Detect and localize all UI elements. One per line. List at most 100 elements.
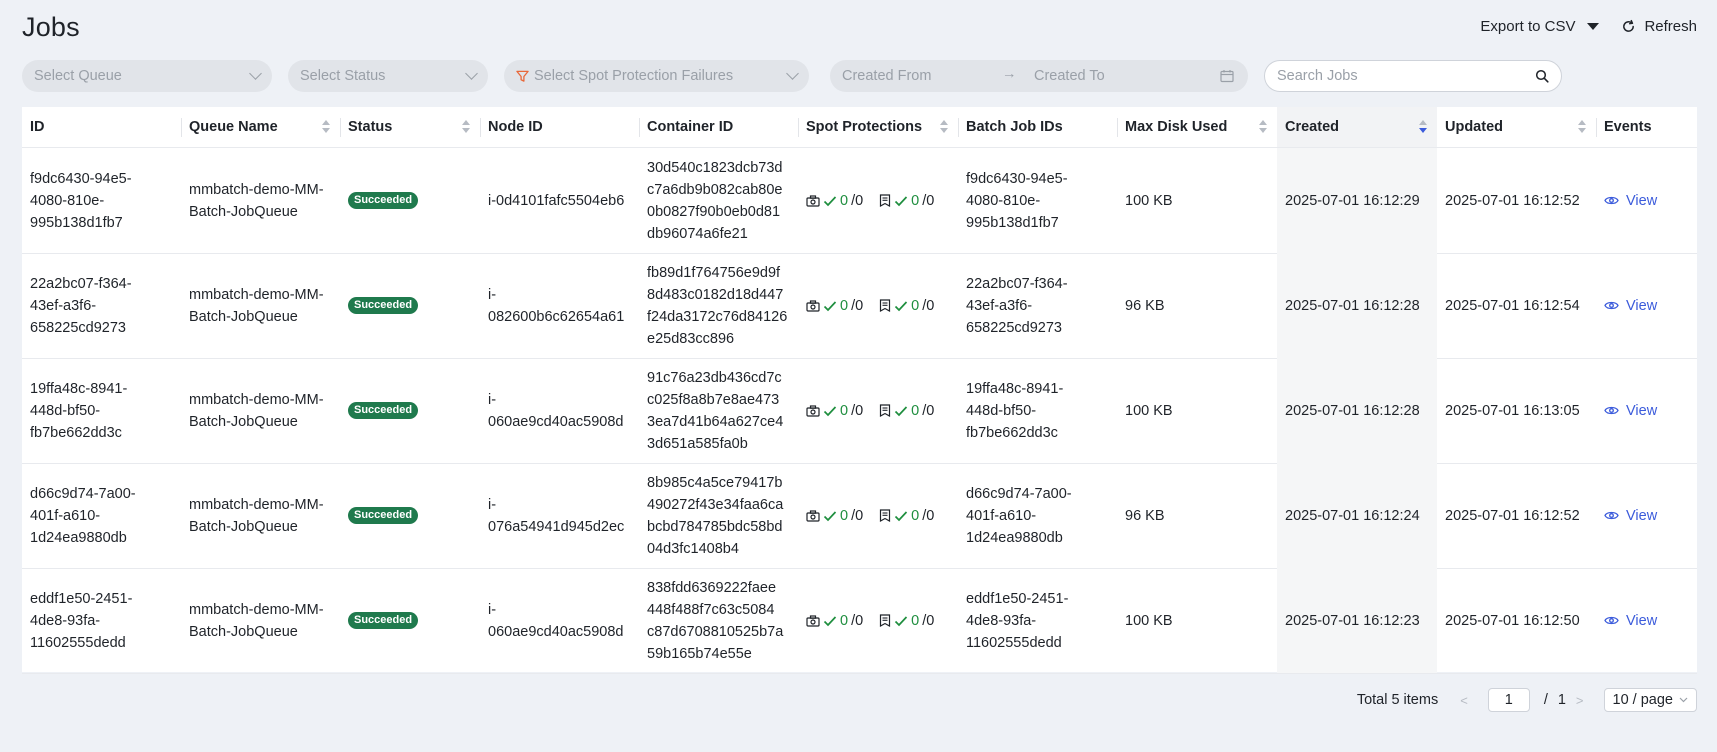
cell-node-id: i- 082600b6c62654a61 bbox=[488, 286, 625, 325]
queue-select[interactable]: Select Queue bbox=[22, 60, 272, 92]
check-icon bbox=[823, 195, 837, 206]
col-header-queue-name[interactable]: Queue Name bbox=[181, 107, 340, 147]
spot-a-total: /0 bbox=[851, 507, 864, 524]
cell-container-id: 838fdd6369222faee 448f488f7c63c5084 c87d… bbox=[647, 579, 784, 662]
cell-batch-job-ids: 19ffa48c-8941- 448d-bf50- fb7be662dd3c bbox=[966, 380, 1064, 441]
cell-max-disk-used: 100 KB bbox=[1125, 402, 1173, 419]
document-icon bbox=[880, 299, 891, 312]
cell-updated: 2025-07-01 16:13:05 bbox=[1445, 402, 1580, 419]
view-events-link[interactable]: View bbox=[1604, 295, 1657, 317]
cell-max-disk-used: 96 KB bbox=[1125, 297, 1165, 314]
page-size-select[interactable]: 10 / page bbox=[1603, 688, 1697, 712]
camera-icon bbox=[806, 299, 820, 312]
sort-icon[interactable] bbox=[322, 120, 330, 134]
eye-icon bbox=[1604, 406, 1619, 415]
refresh-icon bbox=[1623, 19, 1635, 32]
refresh-button[interactable]: Refresh bbox=[1621, 18, 1697, 35]
document-icon bbox=[880, 614, 891, 627]
sort-icon[interactable] bbox=[940, 120, 948, 134]
col-header-status[interactable]: Status bbox=[340, 107, 480, 147]
cell-max-disk-used: 100 KB bbox=[1125, 612, 1173, 629]
spot-a-total: /0 bbox=[851, 402, 864, 419]
spot-a-ok: 0 bbox=[840, 507, 849, 524]
spot-b-total: /0 bbox=[922, 402, 935, 419]
cell-node-id: i- 060ae9cd40ac5908d bbox=[488, 601, 624, 640]
check-icon bbox=[895, 195, 908, 206]
status-badge: Succeeded bbox=[348, 402, 419, 419]
cell-queue-name: mmbatch-demo-MM- Batch-JobQueue bbox=[189, 601, 324, 640]
spot-a-ok: 0 bbox=[840, 297, 849, 314]
check-icon bbox=[895, 615, 908, 626]
cell-status: Succeeded bbox=[340, 253, 480, 358]
spot-a-ok: 0 bbox=[840, 612, 849, 629]
check-icon bbox=[823, 510, 837, 521]
check-icon bbox=[823, 615, 837, 626]
arrow-right-icon: → bbox=[1002, 66, 1017, 82]
table-header: ID Queue Name Status Node ID Container I… bbox=[22, 107, 1697, 148]
cell-events: View bbox=[1596, 358, 1697, 463]
next-page-icon[interactable]: > bbox=[1576, 693, 1584, 708]
col-header-max-disk-used[interactable]: Max Disk Used bbox=[1117, 107, 1277, 147]
spot-b-total: /0 bbox=[922, 507, 935, 524]
created-date-range[interactable]: Created From → Created To bbox=[830, 60, 1248, 92]
page-number-input[interactable]: 1 bbox=[1487, 688, 1530, 712]
spot-a-ok: 0 bbox=[840, 402, 849, 419]
check-icon bbox=[895, 405, 908, 416]
col-header-spot-protections[interactable]: Spot Protections bbox=[798, 107, 958, 147]
spot-b-ok: 0 bbox=[911, 297, 920, 314]
cell-queue-name: mmbatch-demo-MM- Batch-JobQueue bbox=[189, 286, 324, 325]
col-header-updated[interactable]: Updated bbox=[1437, 107, 1596, 147]
spot-a-total: /0 bbox=[851, 297, 864, 314]
export-csv-button[interactable]: Export to CSV bbox=[1480, 18, 1600, 35]
created-to-input[interactable]: Created To bbox=[1034, 68, 1105, 84]
check-icon bbox=[823, 300, 837, 311]
cell-events: View bbox=[1596, 568, 1697, 673]
page-header: Jobs Export to CSV Refresh bbox=[22, 10, 1697, 46]
sort-desc-icon[interactable] bbox=[1419, 120, 1427, 134]
cell-spot-protections: 0/0 0/0 bbox=[798, 568, 958, 673]
cell-events: View bbox=[1596, 148, 1697, 253]
spot-b-ok: 0 bbox=[911, 507, 920, 524]
cell-id: 19ffa48c-8941- 448d-bf50- fb7be662dd3c bbox=[30, 380, 128, 441]
table-row: 22a2bc07-f364- 43ef-a3f6- 658225cd9273 m… bbox=[22, 253, 1697, 359]
search-input[interactable]: Search Jobs bbox=[1264, 60, 1562, 92]
chevron-down-icon bbox=[786, 67, 799, 80]
spot-a-ok: 0 bbox=[840, 192, 849, 209]
view-events-link[interactable]: View bbox=[1604, 610, 1657, 632]
eye-icon bbox=[1604, 196, 1619, 205]
created-from-input[interactable]: Created From bbox=[842, 68, 931, 84]
view-label: View bbox=[1626, 297, 1658, 314]
view-events-link[interactable]: View bbox=[1604, 190, 1657, 212]
cell-spot-protections: 0/0 0/0 bbox=[798, 148, 958, 253]
document-icon bbox=[880, 194, 891, 207]
cell-container-id: 8b985c4a5ce79417b 490272f43e34faa6ca bcb… bbox=[647, 474, 784, 557]
col-header-batch-job-ids: Batch Job IDs bbox=[966, 119, 1063, 135]
document-icon bbox=[880, 509, 891, 522]
cell-status: Succeeded bbox=[340, 148, 480, 253]
col-header-created[interactable]: Created bbox=[1277, 107, 1437, 147]
refresh-label: Refresh bbox=[1644, 18, 1697, 35]
check-icon bbox=[895, 510, 908, 521]
eye-icon bbox=[1604, 511, 1619, 520]
cell-queue-name: mmbatch-demo-MM- Batch-JobQueue bbox=[189, 181, 324, 220]
camera-icon bbox=[806, 194, 820, 207]
spot-b-ok: 0 bbox=[911, 612, 920, 629]
view-events-link[interactable]: View bbox=[1604, 400, 1657, 422]
status-badge: Succeeded bbox=[348, 507, 419, 524]
spot-failures-select[interactable]: Select Spot Protection Failures bbox=[504, 60, 809, 92]
cell-id: f9dc6430-94e5- 4080-810e- 995b138d1fb7 bbox=[30, 170, 132, 231]
sort-icon[interactable] bbox=[1259, 120, 1267, 134]
col-header-node-id: Node ID bbox=[488, 119, 543, 135]
cell-events: View bbox=[1596, 253, 1697, 358]
prev-page-icon[interactable]: < bbox=[1460, 693, 1468, 708]
sort-icon[interactable] bbox=[462, 120, 470, 134]
table-row: eddf1e50-2451- 4de8-93fa- 11602555dedd m… bbox=[22, 568, 1697, 674]
status-select[interactable]: Select Status bbox=[288, 60, 488, 92]
cell-created: 2025-07-01 16:12:24 bbox=[1277, 463, 1437, 568]
search-icon[interactable] bbox=[1535, 69, 1549, 83]
sort-icon[interactable] bbox=[1578, 120, 1586, 134]
spot-b-total: /0 bbox=[922, 297, 935, 314]
view-events-link[interactable]: View bbox=[1604, 505, 1657, 527]
view-label: View bbox=[1626, 612, 1658, 629]
table-row: f9dc6430-94e5- 4080-810e- 995b138d1fb7 m… bbox=[22, 148, 1697, 254]
